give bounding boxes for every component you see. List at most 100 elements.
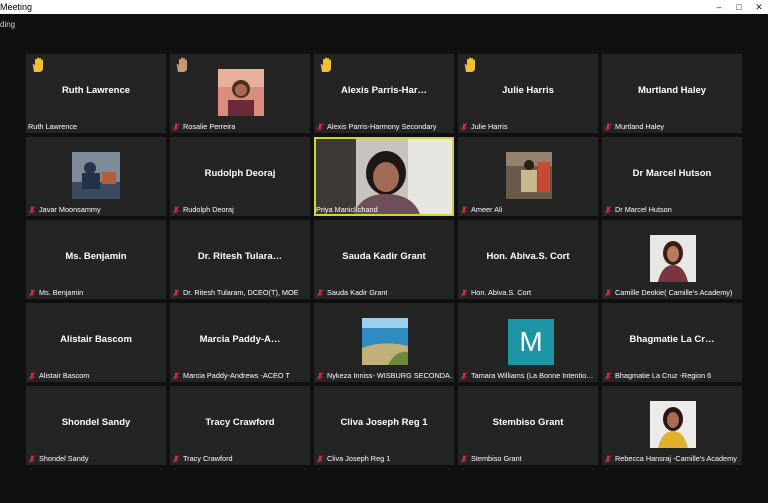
participant-name: Stembiso Grant — [492, 417, 564, 428]
participant-name: Julie Harris — [502, 85, 554, 96]
muted-mic-icon — [172, 122, 180, 131]
participant-video — [506, 152, 552, 199]
muted-mic-icon — [604, 122, 612, 131]
avatar: M — [508, 319, 554, 365]
participant-label: Alistair Bascom — [39, 371, 90, 380]
participant-tile[interactable]: Marcia Paddy-A… Marcia Paddy-Andrews -AC… — [170, 303, 310, 382]
participant-name: Tracy Crawford — [205, 417, 275, 428]
participant-label: Ruth Lawrence — [28, 122, 78, 131]
participant-label: Priya Manickchand — [316, 205, 378, 214]
participant-tile[interactable]: Tracy Crawford Tracy Crawford — [170, 386, 310, 465]
participant-tile[interactable]: Stembiso Grant Stembiso Grant — [458, 386, 598, 465]
participant-label: Stembiso Grant — [471, 454, 522, 463]
participant-tile[interactable]: Bhagmatie La Cr… Bhagmatie La Cruz -Regi… — [602, 303, 742, 382]
participant-label: Tamara Williams (La Bonne Intentio… — [471, 371, 594, 380]
maximize-icon[interactable]: □ — [730, 0, 748, 14]
muted-mic-icon — [172, 288, 180, 297]
muted-mic-icon — [316, 288, 324, 297]
participant-tile[interactable]: Alistair Bascom Alistair Bascom — [26, 303, 166, 382]
participant-tile[interactable]: Rebecca Hansraj -Camille's Academy — [602, 386, 742, 465]
muted-mic-icon — [28, 205, 36, 214]
participant-tile[interactable]: Rosalie Perreira — [170, 54, 310, 133]
participant-label: Rudolph Deoraj — [183, 205, 234, 214]
participant-label: Marcia Paddy-Andrews -ACEO T — [183, 371, 290, 380]
muted-mic-icon — [460, 288, 468, 297]
participant-tile[interactable]: Cliva Joseph Reg 1 Cliva Joseph Reg 1 — [314, 386, 454, 465]
participant-tile[interactable]: Ameer Ali — [458, 137, 598, 216]
participant-label: Bhagmatie La Cruz -Region 6 — [615, 371, 712, 380]
participant-tile[interactable]: Ruth Lawrence Ruth Lawrence — [26, 54, 166, 133]
participant-video — [72, 152, 120, 199]
participant-name: Shondel Sandy — [61, 417, 131, 428]
participant-tile[interactable]: Hon. Abiva.S. Cort Hon. Abiva.S. Cort — [458, 220, 598, 299]
participant-name: Cliva Joseph Reg 1 — [340, 417, 428, 428]
participant-tile[interactable]: Rudolph Deoraj Rudolph Deoraj — [170, 137, 310, 216]
participant-label: Shondel Sandy — [39, 454, 89, 463]
participant-tile[interactable]: Ms. Benjamin Ms. Benjamin — [26, 220, 166, 299]
minimize-icon[interactable]: – — [710, 0, 728, 14]
participant-label: Cliva Joseph Reg 1 — [327, 454, 391, 463]
participant-name: Hon. Abiva.S. Cort — [486, 251, 570, 262]
participant-label: Julie Harris — [471, 122, 508, 131]
muted-mic-icon — [460, 205, 468, 214]
participant-tile[interactable]: Shondel Sandy Shondel Sandy — [26, 386, 166, 465]
participant-tile[interactable]: Dr Marcel Hutson Dr Marcel Hutson — [602, 137, 742, 216]
window-title: Meeting — [0, 2, 33, 12]
muted-mic-icon — [604, 205, 612, 214]
muted-mic-icon — [604, 288, 612, 297]
muted-mic-icon — [316, 454, 324, 463]
participant-video — [218, 69, 264, 116]
muted-mic-icon — [460, 122, 468, 131]
participant-label: Ameer Ali — [471, 205, 503, 214]
participant-label: Murtland Haley — [615, 122, 665, 131]
participant-name: Bhagmatie La Cr… — [629, 334, 715, 345]
participant-label: Sauda Kadir Grant — [327, 288, 388, 297]
participant-label: Hon. Abiva.S. Cort — [471, 288, 532, 297]
participant-tile[interactable]: Javar Moonsammy — [26, 137, 166, 216]
participant-name: Alexis Parris-Har… — [340, 85, 428, 96]
close-icon[interactable]: ✕ — [750, 0, 768, 14]
participant-label: Dr. Ritesh Tularam, DCEO(T), MOE — [183, 288, 299, 297]
participant-label: Javar Moonsammy — [39, 205, 101, 214]
muted-mic-icon — [28, 454, 36, 463]
participant-tile[interactable]: Murtland Haley Murtland Haley — [602, 54, 742, 133]
participant-tile[interactable]: Alexis Parris-Har… Alexis Parris-Harmony… — [314, 54, 454, 133]
participant-tile[interactable]: Camille Deokie( Camille's Academy) — [602, 220, 742, 299]
participant-label: Tracy Crawford — [183, 454, 233, 463]
participant-name: Marcia Paddy-A… — [199, 334, 281, 345]
raised-hand-icon — [320, 57, 331, 72]
muted-mic-icon — [172, 205, 180, 214]
participant-video — [650, 235, 696, 282]
raised-hand-icon — [32, 57, 43, 72]
muted-mic-icon — [604, 371, 612, 380]
participant-label: Rebecca Hansraj -Camille's Academy — [615, 454, 737, 463]
participant-video — [362, 318, 408, 365]
recording-status: ding — [0, 20, 16, 29]
participant-label: Dr Marcel Hutson — [615, 205, 672, 214]
participant-tile[interactable]: Sauda Kadir Grant Sauda Kadir Grant — [314, 220, 454, 299]
participant-name: Dr Marcel Hutson — [632, 168, 712, 179]
title-bar: Meeting – □ ✕ — [0, 0, 768, 14]
muted-mic-icon — [172, 454, 180, 463]
muted-mic-icon — [316, 122, 324, 131]
muted-mic-icon — [28, 288, 36, 297]
muted-mic-icon — [28, 371, 36, 380]
participant-tile[interactable]: Dr. Ritesh Tulara… Dr. Ritesh Tularam, D… — [170, 220, 310, 299]
muted-mic-icon — [460, 454, 468, 463]
participant-label: Nykeza Inniss- WISBURG SECONDA… — [327, 371, 452, 380]
participant-tile[interactable]: Nykeza Inniss- WISBURG SECONDA… — [314, 303, 454, 382]
participant-tile[interactable]: M Tamara Williams (La Bonne Intentio… — [458, 303, 598, 382]
participant-label: Ms. Benjamin — [39, 288, 84, 297]
participant-name: Ruth Lawrence — [61, 85, 131, 96]
participant-tile[interactable]: Julie Harris Julie Harris — [458, 54, 598, 133]
participant-name: Rudolph Deoraj — [204, 168, 276, 179]
muted-mic-icon — [172, 371, 180, 380]
participant-video — [316, 139, 452, 214]
raised-hand-icon — [464, 57, 475, 72]
participant-name: Murtland Haley — [637, 85, 707, 96]
gallery-grid: Ruth Lawrence Ruth Lawrence Rosalie Perr… — [26, 54, 742, 465]
participant-label: Rosalie Perreira — [183, 122, 236, 131]
raised-hand-icon — [176, 57, 187, 72]
participant-name: Sauda Kadir Grant — [342, 251, 426, 262]
participant-tile-active-speaker[interactable]: Priya Manickchand — [314, 137, 454, 216]
